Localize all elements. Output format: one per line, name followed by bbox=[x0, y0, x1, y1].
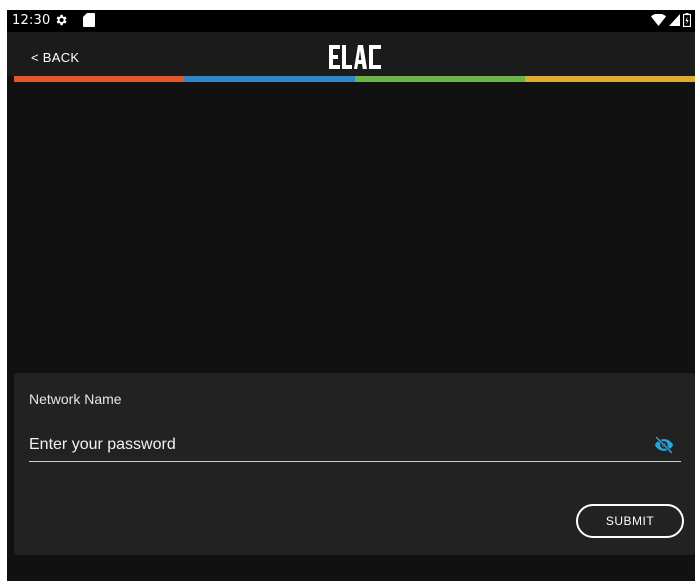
stripe-blue bbox=[184, 76, 355, 82]
stripe-green bbox=[354, 76, 525, 82]
password-input[interactable] bbox=[29, 433, 639, 457]
sd-card-icon bbox=[83, 13, 95, 27]
app-bar: < BACK bbox=[7, 32, 695, 76]
password-field bbox=[29, 429, 681, 462]
battery-icon bbox=[683, 13, 691, 27]
status-icons-right bbox=[651, 13, 691, 27]
back-button[interactable]: < BACK bbox=[31, 50, 79, 65]
status-time: 12:30 bbox=[12, 13, 51, 28]
wifi-icon bbox=[651, 14, 666, 26]
stripe-yellow bbox=[524, 76, 695, 82]
wifi-password-form: Network Name SUBMIT bbox=[14, 373, 695, 555]
stripe-orange bbox=[14, 76, 185, 82]
signal-icon bbox=[669, 14, 680, 26]
elac-logo bbox=[329, 45, 381, 69]
submit-button[interactable]: SUBMIT bbox=[576, 504, 684, 538]
network-name-label: Network Name bbox=[29, 391, 122, 407]
color-stripe bbox=[14, 76, 695, 82]
status-bar: 12:30 bbox=[7, 10, 695, 32]
eye-off-icon[interactable] bbox=[653, 435, 675, 455]
device-screen: 12:30 < BACK Network Name SUBMIT bbox=[7, 10, 695, 581]
gear-icon bbox=[56, 14, 67, 26]
